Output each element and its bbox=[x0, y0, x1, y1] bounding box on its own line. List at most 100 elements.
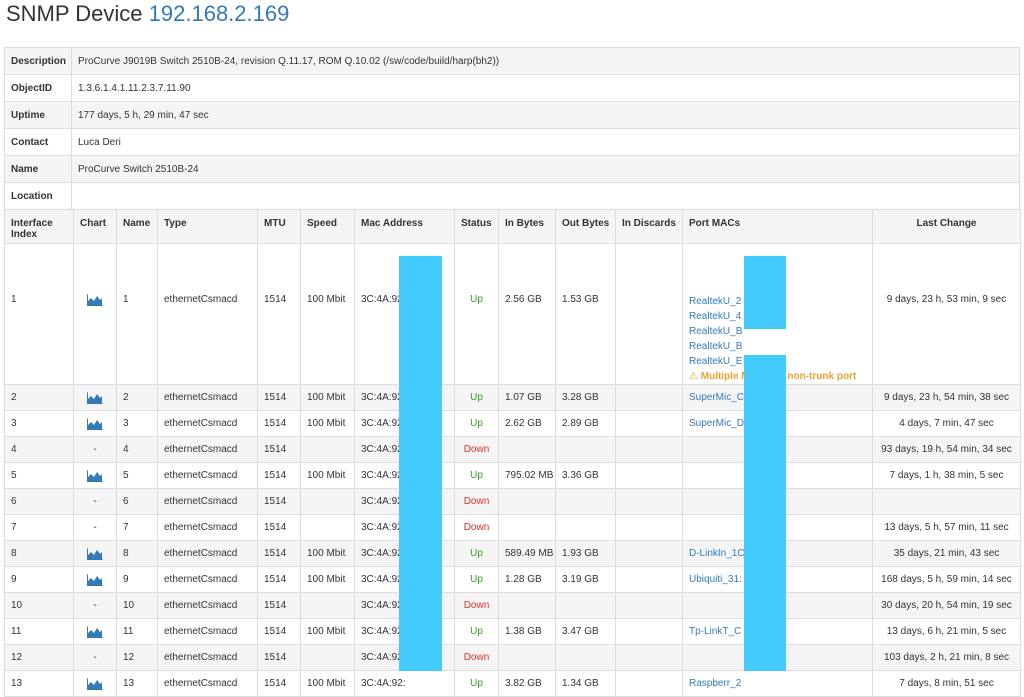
cell-in-discards bbox=[615, 540, 683, 567]
cell-last-change: 13 days, 5 h, 57 min, 11 sec bbox=[872, 514, 1021, 541]
cell-last-change bbox=[872, 488, 1021, 515]
cell-type: ethernetCsmacd bbox=[157, 540, 258, 567]
port-mac-link[interactable]: RealtekU_B bbox=[689, 339, 866, 354]
cell-in-bytes: 3.82 GB bbox=[498, 670, 556, 697]
cell-index: 2 bbox=[4, 384, 74, 411]
cell-index: 6 bbox=[4, 488, 74, 515]
cell-in-discards bbox=[615, 410, 683, 437]
device-ip-link[interactable]: 192.168.2.169 bbox=[149, 1, 290, 26]
cell-in-discards bbox=[615, 384, 683, 411]
info-value: 177 days, 5 h, 29 min, 47 sec bbox=[71, 101, 1020, 129]
cell-in-bytes: 1.38 GB bbox=[498, 618, 556, 645]
col-in-bytes[interactable]: In Bytes bbox=[498, 209, 556, 244]
cell-name: 12 bbox=[116, 644, 158, 671]
cell-out-bytes bbox=[555, 592, 616, 619]
cell-last-change: 9 days, 23 h, 54 min, 38 sec bbox=[872, 384, 1021, 411]
cell-chart[interactable] bbox=[73, 410, 117, 437]
col-mac-address[interactable]: Mac Address bbox=[354, 209, 455, 244]
device-info-table: Description ProCurve J9019B Switch 2510B-… bbox=[4, 47, 1020, 210]
cell-index: 10 bbox=[4, 592, 74, 619]
col-last-change[interactable]: Last Change bbox=[872, 209, 1021, 244]
status-badge: Down bbox=[454, 514, 499, 541]
cell-chart[interactable] bbox=[73, 243, 117, 385]
cell-mtu: 1514 bbox=[257, 644, 301, 671]
col-type[interactable]: Type bbox=[157, 209, 258, 244]
cell-speed: 100 Mbit bbox=[300, 410, 355, 437]
area-chart-icon[interactable] bbox=[87, 678, 103, 690]
cell-index: 13 bbox=[4, 670, 74, 697]
cell-name: 1 bbox=[116, 243, 158, 385]
cell-mtu: 1514 bbox=[257, 384, 301, 411]
interface-row: 2 2 ethernetCsmacd 1514 100 Mbit 3C:4A:92: Up 1… bbox=[4, 384, 1021, 411]
cell-in-bytes: 589.49 MB bbox=[498, 540, 556, 567]
info-row: Contact Luca Deri bbox=[4, 128, 1020, 156]
interface-row: 10-10 ethernetCsmacd 1514 3C:4A:92: Down 30 d… bbox=[4, 592, 1021, 619]
cell-in-bytes bbox=[498, 436, 556, 463]
info-key: Contact bbox=[4, 128, 72, 156]
area-chart-icon[interactable] bbox=[87, 626, 103, 638]
interfaces-table: Interface Index Chart Name Type MTU Speed… bbox=[4, 209, 1021, 697]
cell-mac-address: 3C:4A:92: bbox=[354, 670, 455, 697]
cell-mtu: 1514 bbox=[257, 243, 301, 385]
cell-last-change: 93 days, 19 h, 54 min, 34 sec bbox=[872, 436, 1021, 463]
cell-out-bytes bbox=[555, 644, 616, 671]
cell-type: ethernetCsmacd bbox=[157, 592, 258, 619]
cell-port-macs: Raspberr_2 bbox=[682, 670, 873, 697]
col-in-discards[interactable]: In Discards bbox=[615, 209, 683, 244]
cell-chart[interactable] bbox=[73, 540, 117, 567]
cell-index: 3 bbox=[4, 410, 74, 437]
interface-row: 8 8 ethernetCsmacd 1514 100 Mbit 3C:4A:92: Up 5… bbox=[4, 540, 1021, 567]
cell-out-bytes: 3.28 GB bbox=[555, 384, 616, 411]
info-row: Name ProCurve Switch 2510B-24 bbox=[4, 155, 1020, 183]
info-row: ObjectID 1.3.6.1.4.1.11.2.3.7.11.90 bbox=[4, 74, 1020, 102]
col-port-macs[interactable]: Port MACs bbox=[682, 209, 873, 244]
cell-in-discards bbox=[615, 644, 683, 671]
cell-speed: 100 Mbit bbox=[300, 462, 355, 489]
cell-index: 1 bbox=[4, 243, 74, 385]
cell-index: 12 bbox=[4, 644, 74, 671]
area-chart-icon[interactable] bbox=[87, 294, 103, 306]
port-mac-link[interactable]: Raspberr_2 bbox=[689, 678, 866, 689]
col-chart[interactable]: Chart bbox=[73, 209, 117, 244]
cell-chart[interactable] bbox=[73, 462, 117, 489]
area-chart-icon[interactable] bbox=[87, 548, 103, 560]
info-value: 1.3.6.1.4.1.11.2.3.7.11.90 bbox=[71, 74, 1020, 102]
area-chart-icon[interactable] bbox=[87, 418, 103, 430]
status-badge: Down bbox=[454, 436, 499, 463]
cell-chart[interactable] bbox=[73, 670, 117, 697]
status-badge: Up bbox=[454, 566, 499, 593]
cell-out-bytes bbox=[555, 488, 616, 515]
cell-out-bytes: 3.36 GB bbox=[555, 462, 616, 489]
col-status[interactable]: Status bbox=[454, 209, 499, 244]
cell-chart[interactable] bbox=[73, 566, 117, 593]
area-chart-icon[interactable] bbox=[87, 574, 103, 586]
cell-chart[interactable] bbox=[73, 384, 117, 411]
port-mac-redaction-top bbox=[744, 256, 786, 329]
info-value: Luca Deri bbox=[71, 128, 1020, 156]
col-mtu[interactable]: MTU bbox=[257, 209, 301, 244]
cell-speed bbox=[300, 436, 355, 463]
area-chart-icon[interactable] bbox=[87, 392, 103, 404]
col-name[interactable]: Name bbox=[116, 209, 158, 244]
cell-type: ethernetCsmacd bbox=[157, 618, 258, 645]
col-speed[interactable]: Speed bbox=[300, 209, 355, 244]
cell-last-change: 168 days, 5 h, 59 min, 14 sec bbox=[872, 566, 1021, 593]
col-out-bytes[interactable]: Out Bytes bbox=[555, 209, 616, 244]
status-badge: Down bbox=[454, 488, 499, 515]
col-interface-index[interactable]: Interface Index bbox=[4, 209, 74, 244]
cell-name: 8 bbox=[116, 540, 158, 567]
cell-last-change: 35 days, 21 min, 43 sec bbox=[872, 540, 1021, 567]
cell-type: ethernetCsmacd bbox=[157, 384, 258, 411]
cell-speed: 100 Mbit bbox=[300, 540, 355, 567]
cell-type: ethernetCsmacd bbox=[157, 644, 258, 671]
area-chart-icon[interactable] bbox=[87, 470, 103, 482]
cell-chart: - bbox=[73, 644, 117, 671]
cell-out-bytes bbox=[555, 514, 616, 541]
cell-in-bytes bbox=[498, 592, 556, 619]
info-row: Description ProCurve J9019B Switch 2510B-… bbox=[4, 47, 1020, 75]
cell-chart[interactable] bbox=[73, 618, 117, 645]
cell-index: 7 bbox=[4, 514, 74, 541]
status-badge: Up bbox=[454, 410, 499, 437]
info-key: Name bbox=[4, 155, 72, 183]
mac-redaction-block bbox=[399, 256, 442, 671]
